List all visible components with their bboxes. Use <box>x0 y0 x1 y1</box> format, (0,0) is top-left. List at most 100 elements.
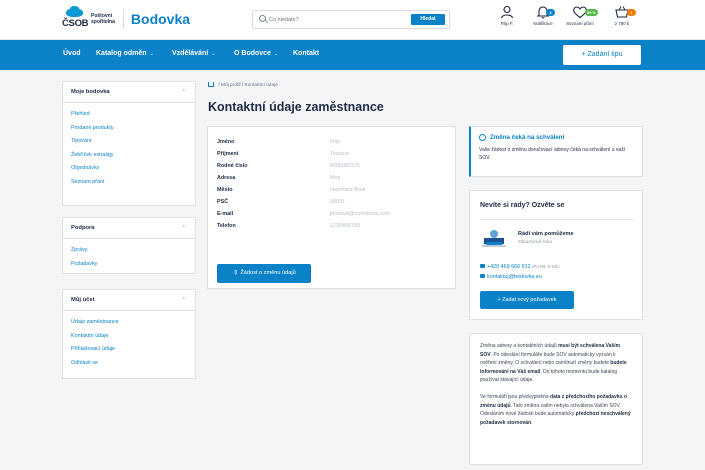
sidebar-item-tipovani[interactable]: Tipování <box>71 135 187 149</box>
text: Ve formuláři jsou předvyplněna <box>480 393 551 400</box>
nav-item-uvod[interactable]: Úvod <box>63 50 81 57</box>
wishlist-percent-badge: 59 % <box>585 9 599 16</box>
nav-item-label: Katalog odměn <box>96 50 147 57</box>
user-menu[interactable]: Filip F. <box>487 5 527 26</box>
phone-number: +420 469 660 912 <box>487 264 531 270</box>
chevron-down-icon: ⌄ <box>273 51 279 57</box>
sidebar-item-prihlasovaci-udaje[interactable]: Přihlašovací údaje <box>71 343 187 357</box>
contact-row-first-name: Jméno Filip <box>217 139 447 149</box>
logo-divider <box>122 9 124 29</box>
logo[interactable]: ČSOB Poštovní spořitelna Bodovka <box>62 6 190 32</box>
field-value: Testovic <box>330 151 350 157</box>
field-label: Adresa <box>217 175 236 181</box>
search-box: Hledat <box>252 10 450 29</box>
field-label: Příjmení <box>217 151 239 157</box>
sidebar-item-zpravy[interactable]: Zprávy <box>71 244 187 258</box>
chevron-up-icon: ⌃ <box>181 225 186 231</box>
field-label: Jméno <box>217 139 235 145</box>
field-label: Rodné číslo <box>217 163 248 169</box>
support-email-link[interactable]: kontaktuj@bodovka.eu <box>480 273 542 280</box>
wishlist-label: Seznam přání <box>566 21 594 26</box>
field-label: Telefon <box>217 223 236 229</box>
sidebar-item-objednavky[interactable]: Objednávky <box>71 162 187 176</box>
support-email: kontaktuj@bodovka.eu <box>487 274 542 280</box>
help-box: Nevíte si rady? Ozvěte se Rádi vám pomůž… <box>469 190 643 320</box>
contact-details-card: Jméno Filip Příjmení Testovic Rodné číslo 8… <box>207 126 456 289</box>
sidebar-section-title: Moje bodovka <box>71 89 110 95</box>
sidebar-item-prehled[interactable]: Přehled <box>71 108 187 122</box>
sidebar-section-header[interactable]: Můj účet ⌃ <box>63 290 195 311</box>
notifications-menu[interactable]: 4 Notifikace <box>523 5 563 26</box>
explanation-paragraph-1: Změna adresy a kontaktních údajů musí bý… <box>480 342 632 385</box>
nav-item-label: Kontakt <box>293 50 320 57</box>
home-icon[interactable] <box>208 82 214 87</box>
status-circle-icon <box>479 134 486 141</box>
field-value: Filip <box>330 139 340 145</box>
support-phone-link[interactable]: +420 469 660 912 (Po-Pá, 8-16h) <box>480 263 560 270</box>
nav-item-vzdelavani[interactable]: Vzdělávání ⌄ <box>172 50 215 57</box>
new-request-button[interactable]: + Zadat nový požadavek <box>480 291 574 309</box>
logo-subtitle-line2: spořitelna <box>91 19 115 25</box>
notice-text: Vaše žádost o změnu doručovací adresy če… <box>479 147 626 161</box>
sidebar-section-title: Podpora <box>71 225 95 231</box>
add-tip-button[interactable]: + Zadání tipu <box>563 45 641 65</box>
sidebar-section-podpora: Podpora ⌃ Zprávy Požadavky <box>62 217 196 274</box>
sidebar-item-kontaktni-udaje[interactable]: Kontaktní údaje <box>71 330 187 344</box>
divider <box>480 219 634 220</box>
sidebar-section-moje-bodovka: Moje bodovka ⌃ Přehled Prodané produkty … <box>62 81 196 206</box>
sidebar-item-prodane-produkty[interactable]: Prodané produkty <box>71 122 187 136</box>
sidebar-section-header[interactable]: Moje bodovka ⌃ <box>63 82 195 103</box>
field-value: 1235456789 <box>330 223 360 229</box>
text: . Po odeslání formuláře bude SOV automat… <box>480 351 616 367</box>
request-change-button[interactable]: ✎Žádost o změnu údajů <box>217 264 311 283</box>
wishlist-menu[interactable]: 59 % Seznam přání <box>560 5 600 26</box>
user-icon <box>500 5 514 19</box>
contact-row-email: E-mail jbndouti@hormbova.com <box>217 211 447 221</box>
field-value: Hamřitice Bout <box>330 187 366 193</box>
help-subheading: Zákaznická linka <box>518 239 552 244</box>
sidebar-item-odhlasit-se[interactable]: Odhlásit se <box>71 357 187 371</box>
sidebar-section-title: Můj účet <box>71 297 95 303</box>
chevron-down-icon: ⌄ <box>211 51 216 57</box>
field-value: jbndouti@hormbova.com <box>330 211 391 217</box>
chevron-up-icon: ⌃ <box>181 89 186 95</box>
nav-item-kontakt[interactable]: Kontakt <box>293 50 319 57</box>
sidebar-item-zebricek-extraligy[interactable]: Žebříček extraligy <box>71 149 187 163</box>
nav-item-label: Vzdělávání <box>172 50 209 57</box>
support-illustration-icon <box>482 230 506 247</box>
search-icon <box>259 15 266 22</box>
nav-item-katalog-odmen[interactable]: Katalog odměn ⌄ <box>96 50 154 57</box>
search-button[interactable]: Hledat <box>411 14 445 25</box>
mail-icon <box>480 273 485 278</box>
breadcrumb-my-profile[interactable]: Můj profil <box>221 83 240 88</box>
sidebar-item-udaje-zamestnance[interactable]: Údaje zaměstnance <box>71 316 187 330</box>
top-header: ČSOB Poštovní spořitelna Bodovka Hledat … <box>0 0 705 40</box>
request-change-label: Žádost o změnu údajů <box>240 270 296 276</box>
help-heading: Rádi vám pomůžeme <box>518 231 574 237</box>
breadcrumb-current: Kontaktní údaje <box>244 83 278 88</box>
nav-item-label: O Bodovce <box>234 50 271 57</box>
field-label: Město <box>217 187 233 193</box>
contact-row-postcode: PSČ 58001 <box>217 199 447 209</box>
support-hours: (Po-Pá, 8-16h) <box>532 264 560 269</box>
sidebar-item-pozadavky[interactable]: Požadavky <box>71 258 187 272</box>
text: . <box>531 419 533 426</box>
nav-item-label: Úvod <box>63 50 81 57</box>
contact-row-city: Město Hamřitice Bout <box>217 187 447 197</box>
breadcrumb-separator: / <box>218 83 220 88</box>
change-explanation-box: Změna adresy a kontaktních údajů musí bý… <box>469 333 643 465</box>
cart-menu[interactable]: 1 2 780 b <box>602 5 642 26</box>
cart-points-label: 2 780 b <box>614 21 630 26</box>
search-input[interactable] <box>269 14 389 26</box>
contact-row-address: Adresa Mos <box>217 175 447 185</box>
bank-name: ČSOB <box>62 18 89 29</box>
main-nav: Úvod Katalog odměn ⌄ Vzdělávání ⌄ O Bodovc… <box>0 40 705 70</box>
nav-item-o-bodovce[interactable]: O Bodovce ⌄ <box>234 50 278 57</box>
field-value: 8006082375 <box>330 163 360 169</box>
sidebar-item-seznam-prani[interactable]: Seznam přání <box>71 176 187 190</box>
notice-title: Změna čeká na schválení <box>490 134 565 141</box>
help-title: Nevíte si rady? Ozvěte se <box>480 202 565 209</box>
page-title: Kontaktní údaje zaměstnance <box>208 100 384 114</box>
breadcrumb: / Můj profil / Kontaktní údaje <box>208 81 278 88</box>
sidebar-section-header[interactable]: Podpora ⌃ <box>63 218 195 239</box>
